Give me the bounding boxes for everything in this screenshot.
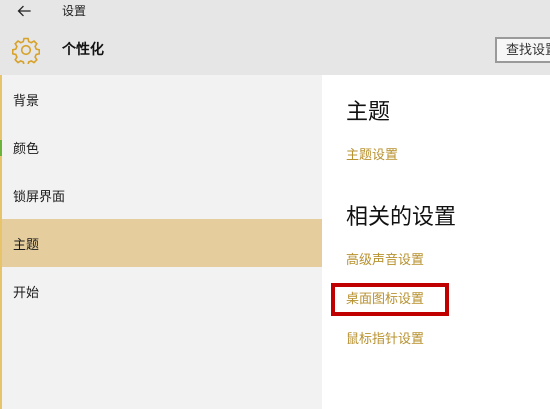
sidebar: 背景 颜色 锁屏界面 主题 开始 — [2, 75, 322, 409]
back-arrow-icon — [17, 5, 31, 17]
title-bar: 设置 — [0, 0, 550, 24]
theme-settings-link[interactable]: 主题设置 — [346, 148, 398, 164]
gear-icon — [12, 37, 40, 64]
advanced-sound-settings-link[interactable]: 高级声音设置 — [346, 253, 424, 269]
highlight-box — [331, 283, 449, 316]
main-content: 主题 主题设置 相关的设置 高级声音设置 桌面图标设置 鼠标指针设置 — [322, 75, 550, 409]
back-button[interactable] — [13, 1, 35, 21]
section-heading-themes: 主题 — [346, 100, 391, 125]
sidebar-item-background[interactable]: 背景 — [2, 75, 322, 123]
page-header: 个性化 — [0, 24, 550, 75]
search-input[interactable] — [497, 39, 550, 61]
sidebar-item-label: 锁屏界面 — [13, 189, 66, 205]
sidebar-item-label: 背景 — [13, 93, 40, 109]
sidebar-item-themes[interactable]: 主题 — [2, 219, 322, 267]
sidebar-item-label: 主题 — [13, 237, 40, 253]
sidebar-item-lock-screen[interactable]: 锁屏界面 — [2, 171, 322, 219]
page-title: 个性化 — [62, 42, 104, 58]
sidebar-item-label: 开始 — [13, 285, 40, 301]
sidebar-item-label: 颜色 — [13, 141, 40, 157]
search-box[interactable] — [495, 37, 550, 63]
sidebar-item-start[interactable]: 开始 — [2, 267, 322, 315]
window-title: 设置 — [62, 4, 87, 18]
section-heading-related-settings: 相关的设置 — [346, 205, 457, 230]
mouse-pointer-settings-link[interactable]: 鼠标指针设置 — [346, 332, 424, 348]
sidebar-item-colors[interactable]: 颜色 — [2, 123, 322, 171]
